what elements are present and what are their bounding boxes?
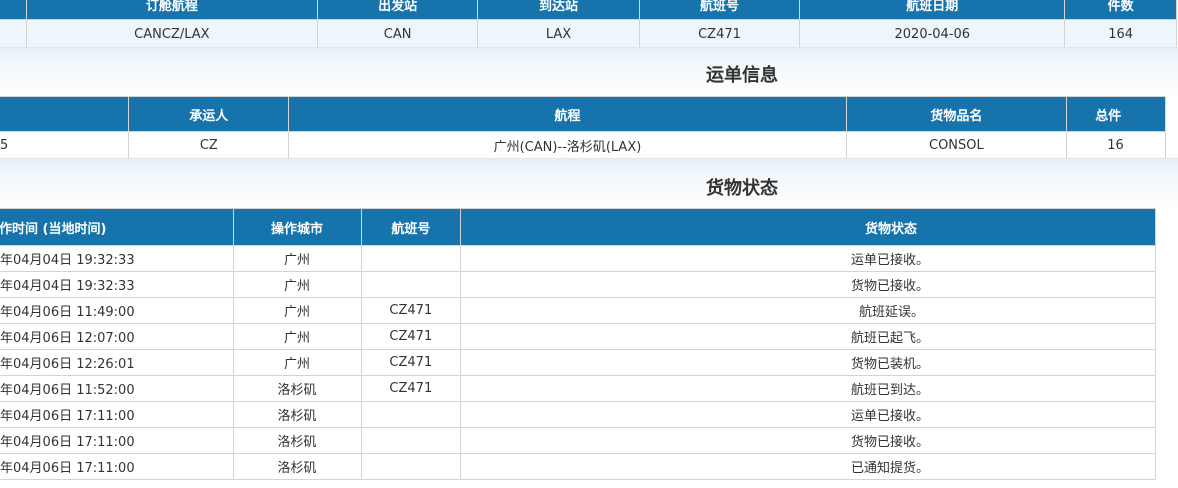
header-op-time: 作时间 (当地时间) — [0, 208, 234, 246]
status-section-title: 货物状态 — [706, 178, 778, 199]
status-city: 洛杉矶 — [232, 401, 362, 428]
header-origin: 出发站 — [316, 0, 479, 20]
status-time: 年04月06日 17:11:00 — [0, 401, 234, 428]
header-flight-date: 航班日期 — [799, 0, 1066, 20]
status-time: 年04月06日 12:07:00 — [0, 323, 234, 350]
booking-cell-date: 2020-04-06 — [799, 19, 1066, 49]
waybill-table: 承运人 航程 货物品名 总件 5 CZ 广州(CAN)--洛杉矶(LAX) CO… — [0, 96, 1166, 159]
waybill-cell-route: 广州(CAN)--洛杉矶(LAX) — [288, 131, 847, 159]
status-flight — [360, 401, 462, 428]
status-table: 作时间 (当地时间) 操作城市 航班号 货物状态 年04月04日 19:32:3… — [0, 208, 1156, 480]
status-time: 年04月06日 12:26:01 — [0, 349, 234, 376]
status-city: 洛杉矶 — [232, 427, 362, 454]
header-destination: 到达站 — [477, 0, 640, 20]
waybill-header-row: 承运人 航程 货物品名 总件 — [0, 96, 1166, 132]
status-row: 年04月06日 17:11:00 洛杉矶 运单已接收。 — [0, 401, 1156, 428]
status-text: 货物已接收。 — [460, 271, 1156, 298]
header-waybill-no — [0, 96, 130, 132]
header-pieces: 件数 — [1064, 0, 1177, 20]
status-row: 年04月06日 17:11:00 洛杉矶 货物已接收。 — [0, 427, 1156, 454]
booking-cell-origin: CAN — [316, 19, 479, 49]
status-city: 广州 — [232, 245, 362, 272]
waybill-cell-total: 16 — [1066, 131, 1166, 159]
booking-cell-route: CANCZ/LAX — [25, 19, 318, 49]
header-route: 航程 — [288, 96, 847, 132]
status-flight: CZ471 — [360, 375, 462, 402]
header-booked-route: 订舱航程 — [25, 0, 318, 20]
status-city: 广州 — [232, 349, 362, 376]
status-city: 广州 — [232, 323, 362, 350]
status-row: 年04月06日 12:07:00 广州 CZ471 航班已起飞。 — [0, 323, 1156, 350]
status-city: 广州 — [232, 271, 362, 298]
status-row: 年04月06日 11:52:00 洛杉矶 CZ471 航班已到达。 — [0, 375, 1156, 402]
waybill-data-row: 5 CZ 广州(CAN)--洛杉矶(LAX) CONSOL 16 — [0, 131, 1166, 159]
status-city: 洛杉矶 — [232, 453, 362, 480]
booking-data-row: CANCZ/LAX CAN LAX CZ471 2020-04-06 164 — [0, 19, 1177, 49]
status-text: 运单已接收。 — [460, 401, 1156, 428]
status-city: 洛杉矶 — [232, 375, 362, 402]
booking-cell-spacer — [0, 19, 27, 49]
status-flight — [360, 427, 462, 454]
header-commodity: 货物品名 — [845, 96, 1068, 132]
header-status-flight: 航班号 — [360, 208, 462, 246]
waybill-cell-commodity: CONSOL — [845, 131, 1068, 159]
status-city: 广州 — [232, 297, 362, 324]
status-row: 年04月06日 17:11:00 洛杉矶 已通知提货。 — [0, 453, 1156, 480]
status-time: 年04月06日 11:49:00 — [0, 297, 234, 324]
waybill-cell-no: 5 — [0, 131, 130, 159]
header-carrier: 承运人 — [128, 96, 290, 132]
status-row: 年04月04日 19:32:33 广州 运单已接收。 — [0, 245, 1156, 272]
status-time: 年04月04日 19:32:33 — [0, 245, 234, 272]
status-flight — [360, 245, 462, 272]
status-time: 年04月06日 17:11:00 — [0, 427, 234, 454]
status-text: 航班已到达。 — [460, 375, 1156, 402]
status-text: 航班已起飞。 — [460, 323, 1156, 350]
status-time: 年04月06日 11:52:00 — [0, 375, 234, 402]
status-row: 年04月06日 11:49:00 广州 CZ471 航班延误。 — [0, 297, 1156, 324]
header-flight-no: 航班号 — [638, 0, 801, 20]
status-time: 年04月06日 17:11:00 — [0, 453, 234, 480]
header-cargo-status: 货物状态 — [460, 208, 1156, 246]
header-op-city: 操作城市 — [232, 208, 362, 246]
status-time: 年04月04日 19:32:33 — [0, 271, 234, 298]
status-flight: CZ471 — [360, 297, 462, 324]
status-text: 货物已装机。 — [460, 349, 1156, 376]
status-text: 运单已接收。 — [460, 245, 1156, 272]
status-flight — [360, 453, 462, 480]
waybill-section-title: 运单信息 — [706, 65, 778, 86]
header-total-pieces: 总件 — [1066, 96, 1166, 132]
status-text: 已通知提货。 — [460, 453, 1156, 480]
status-flight — [360, 271, 462, 298]
status-row: 年04月06日 12:26:01 广州 CZ471 货物已装机。 — [0, 349, 1156, 376]
status-header-row: 作时间 (当地时间) 操作城市 航班号 货物状态 — [0, 208, 1156, 246]
booking-header-row: 订舱航程 出发站 到达站 航班号 航班日期 件数 — [0, 0, 1177, 20]
waybill-cell-carrier: CZ — [128, 131, 290, 159]
status-flight: CZ471 — [360, 349, 462, 376]
booking-cell-destination: LAX — [477, 19, 640, 49]
booking-cell-pieces: 164 — [1064, 19, 1177, 49]
status-flight: CZ471 — [360, 323, 462, 350]
booking-header-spacer — [0, 0, 27, 20]
status-text: 航班延误。 — [460, 297, 1156, 324]
booking-table: 订舱航程 出发站 到达站 航班号 航班日期 件数 CANCZ/LAX CAN L… — [0, 0, 1177, 49]
status-text: 货物已接收。 — [460, 427, 1156, 454]
status-row: 年04月04日 19:32:33 广州 货物已接收。 — [0, 271, 1156, 298]
booking-cell-flight: CZ471 — [638, 19, 801, 49]
